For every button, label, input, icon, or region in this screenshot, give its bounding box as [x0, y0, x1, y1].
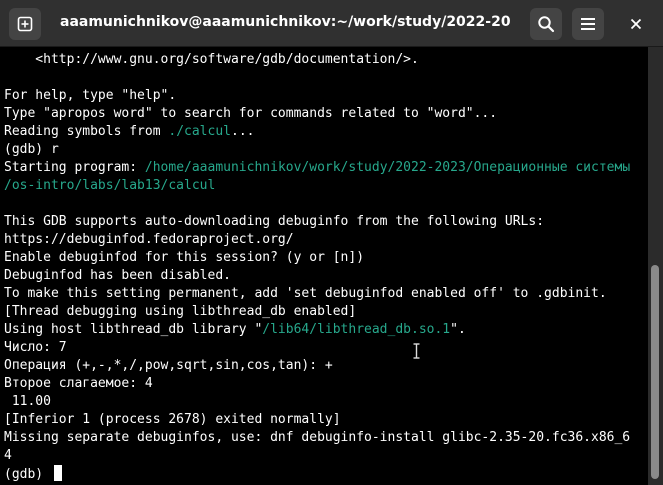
terminal-output[interactable]: <http://www.gnu.org/software/gdb/documen… — [0, 47, 648, 485]
terminal-scrollbar[interactable] — [648, 47, 663, 485]
terminal-line: Starting program: /home/aaamunichnikov/w… — [4, 159, 630, 177]
terminal-line: This GDB supports auto-downloading debug… — [4, 213, 630, 231]
terminal-line: Enable debuginfod for this session? (y o… — [4, 249, 630, 267]
terminal-line: Второе слагаемое: 4 — [4, 375, 630, 393]
output-text: Число: 7 — [4, 340, 67, 355]
terminal-line: (gdb) — [4, 465, 630, 483]
terminal-line: (gdb) r — [4, 141, 630, 159]
search-button[interactable] — [530, 8, 562, 40]
search-icon — [538, 16, 555, 33]
terminal-line: /os-intro/labs/lab13/calcul — [4, 177, 630, 195]
output-text: Debuginfod has been disabled. — [4, 268, 231, 283]
output-text: <http://www.gnu.org/software/gdb/documen… — [4, 52, 419, 67]
output-text: [Inferior 1 (process 2678) exited normal… — [4, 412, 341, 427]
output-text: ... — [231, 124, 255, 139]
window-title: aaamunichnikov@aaamunichnikov:~/work/stu… — [60, 14, 510, 30]
path-text: /lib64/libthread_db.so.1 — [262, 322, 451, 337]
terminal-line: Debuginfod has been disabled. — [4, 267, 630, 285]
output-text: Type "apropos word" to search for comman… — [4, 106, 498, 121]
terminal-line: Missing separate debuginfos, use: dnf de… — [4, 429, 630, 447]
output-text: This GDB supports auto-downloading debug… — [4, 214, 545, 229]
terminal-window: aaamunichnikov@aaamunichnikov:~/work/stu… — [0, 0, 663, 485]
terminal-lines: <http://www.gnu.org/software/gdb/documen… — [4, 51, 630, 483]
path-text: /home/aaamunichnikov/work/study/2022-202… — [144, 160, 631, 175]
terminal-line: [Thread debugging using libthread_db ena… — [4, 303, 630, 321]
new-tab-icon — [17, 16, 33, 32]
path-text: ./calcul — [168, 124, 231, 139]
output-text: Enable debuginfod for this session? (y o… — [4, 250, 365, 265]
terminal-line: Using host libthread_db library "/lib64/… — [4, 321, 630, 339]
output-text: Reading symbols from — [4, 124, 169, 139]
new-tab-button[interactable] — [9, 8, 41, 40]
terminal-line: Type "apropos word" to search for comman… — [4, 105, 630, 123]
output-text: For help, type "help". — [4, 88, 177, 103]
output-text: ". — [450, 322, 466, 337]
terminal-line: [Inferior 1 (process 2678) exited normal… — [4, 411, 630, 429]
path-text: /os-intro/labs/lab13/calcul — [4, 178, 216, 193]
hamburger-menu-icon — [581, 18, 595, 30]
block-cursor — [53, 465, 62, 481]
terminal-line: Число: 7 — [4, 339, 630, 357]
close-icon — [630, 18, 642, 30]
output-text: Using host libthread_db library " — [4, 322, 263, 337]
terminal-line: Операция (+,-,*,/,pow,sqrt,sin,cos,tan):… — [4, 357, 630, 375]
terminal-line: 4 — [4, 447, 630, 465]
terminal-line: Reading symbols from ./calcul... — [4, 123, 630, 141]
text-cursor-ibeam-icon — [413, 343, 420, 359]
terminal-line: To make this setting permanent, add 'set… — [4, 285, 630, 303]
terminal-line: <http://www.gnu.org/software/gdb/documen… — [4, 51, 630, 69]
output-text: To make this setting permanent, add 'set… — [4, 286, 607, 301]
output-text: https://debuginfod.fedoraproject.org/ — [4, 232, 294, 247]
terminal-line: https://debuginfod.fedoraproject.org/ — [4, 231, 630, 249]
output-text: (gdb) — [4, 467, 51, 482]
scrollbar-thumb[interactable] — [651, 265, 659, 479]
output-text: Starting program: — [4, 160, 145, 175]
menu-button[interactable] — [572, 8, 604, 40]
close-button[interactable] — [621, 8, 651, 40]
header-bar: aaamunichnikov@aaamunichnikov:~/work/stu… — [0, 0, 663, 47]
output-text: 11.00 — [4, 394, 51, 409]
terminal-line: For help, type "help". — [4, 87, 630, 105]
terminal-line: 11.00 — [4, 393, 630, 411]
output-text: [Thread debugging using libthread_db ena… — [4, 304, 357, 319]
output-text: Операция (+,-,*,/,pow,sqrt,sin,cos,tan):… — [4, 358, 333, 373]
output-text: (gdb) r — [4, 142, 59, 157]
output-text: Missing separate debuginfos, use: dnf de… — [4, 430, 631, 445]
output-text: Второе слагаемое: 4 — [4, 376, 153, 391]
output-text: 4 — [4, 448, 12, 463]
